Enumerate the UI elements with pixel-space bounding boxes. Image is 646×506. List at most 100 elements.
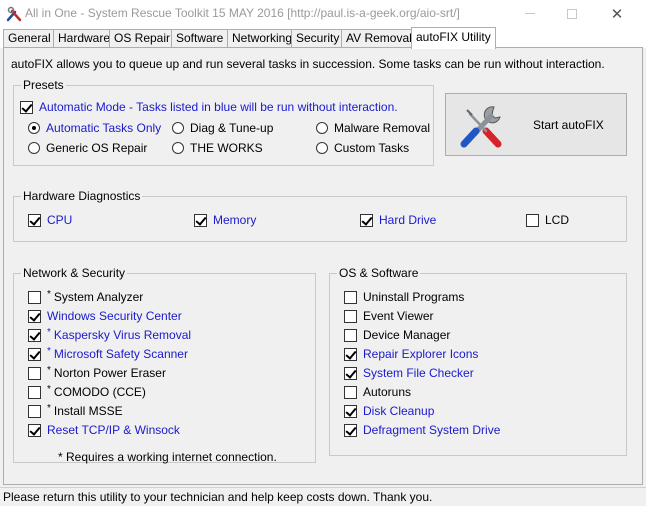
checkbox-box[interactable] [194,213,207,227]
checkbox-box[interactable] [344,290,357,304]
checkbox-box[interactable] [20,100,33,114]
checkbox-label: COMODO (CCE) [53,385,146,399]
radio-label: Automatic Tasks Only [46,121,162,135]
automatic-mode-checkbox[interactable]: Automatic Mode - Tasks listed in blue wi… [20,100,398,114]
checkbox-box[interactable] [28,290,41,304]
checkbox-box[interactable] [28,423,41,437]
checkbox-box[interactable] [344,328,357,342]
checkbox-label: System File Checker [363,366,474,380]
checkbox-label: Uninstall Programs [363,290,465,304]
internet-required-marker: * [47,327,51,338]
checkbox-system-file-checker[interactable]: System File Checker [344,366,474,380]
checkbox-autoruns[interactable]: Autoruns [344,385,411,399]
radio-diag-tune-up[interactable]: Diag & Tune-up [172,121,273,135]
checkbox-label: Microsoft Safety Scanner [53,347,188,361]
checkbox-box[interactable] [28,347,41,361]
checkbox-box[interactable] [344,423,357,437]
radio-custom-tasks[interactable]: Custom Tasks [316,141,409,155]
network-security-title: Network & Security [21,266,128,280]
checkbox-uninstall-programs[interactable]: Uninstall Programs [344,290,464,304]
checkbox-label: Reset TCP/IP & Winsock [47,423,180,437]
checkbox-install-msse[interactable]: * Install MSSE [28,403,123,418]
checkbox-lcd[interactable]: LCD [526,213,569,227]
start-autofix-button[interactable]: Start autoFIX [445,93,627,156]
checkbox-event-viewer[interactable]: Event Viewer [344,309,433,323]
checkbox-box[interactable] [28,213,41,227]
radio-label: Diag & Tune-up [190,121,274,135]
radio-automatic-tasks-only[interactable]: Automatic Tasks Only [28,121,161,135]
status-bar: Please return this utility to your techn… [0,487,646,506]
window-title: All in One - System Rescue Toolkit 15 MA… [25,6,460,20]
checkbox-hard-drive[interactable]: Hard Drive [360,213,436,227]
radio-the-works[interactable]: THE WORKS [172,141,263,155]
tab-software[interactable]: Software [171,29,229,48]
close-button[interactable]: ✕ [594,0,640,27]
radio-label: Custom Tasks [334,141,410,155]
checkbox-system-analyzer[interactable]: * System Analyzer [28,289,144,304]
radio-button[interactable] [316,122,328,134]
checkbox-memory[interactable]: Memory [194,213,256,227]
checkbox-box[interactable] [344,347,357,361]
internet-required-marker: * [47,289,51,300]
checkbox-device-manager[interactable]: Device Manager [344,328,450,342]
automatic-mode-label: Automatic Mode - Tasks listed in blue wi… [39,100,398,114]
internet-required-marker: * [47,365,51,376]
internet-footnote: * Requires a working internet connection… [58,450,277,464]
checkbox-kaspersky-virus-removal[interactable]: * Kaspersky Virus Removal [28,327,191,342]
internet-required-marker: * [47,403,51,414]
checkbox-comodo-cce[interactable]: * COMODO (CCE) [28,384,146,399]
tab-os-repair[interactable]: OS Repair [109,29,176,48]
maximize-button[interactable] [549,0,595,27]
checkbox-cpu[interactable]: CPU [28,213,72,227]
tab-hardware[interactable]: Hardware [53,29,116,48]
checkbox-label: Defragment System Drive [363,423,501,437]
checkbox-label: Norton Power Eraser [53,366,166,380]
tab-networking[interactable]: Networking [227,29,298,48]
checkbox-box[interactable] [28,366,41,380]
radio-button[interactable] [28,122,40,134]
checkbox-label: CPU [47,213,73,227]
tab-bar: General Hardware OS Repair Software Netw… [0,27,646,49]
checkbox-defragment-system-drive[interactable]: Defragment System Drive [344,423,500,437]
radio-label: Malware Removal [334,121,431,135]
checkbox-box[interactable] [344,366,357,380]
checkbox-box[interactable] [526,213,539,227]
checkbox-label: Event Viewer [363,309,434,323]
checkbox-norton-power-eraser[interactable]: * Norton Power Eraser [28,365,166,380]
close-icon: ✕ [610,5,624,23]
checkbox-box[interactable] [28,385,41,399]
radio-generic-os-repair[interactable]: Generic OS Repair [28,141,147,155]
checkbox-box[interactable] [28,309,41,323]
tab-security[interactable]: Security [291,29,345,48]
internet-required-marker: * [47,384,51,395]
radio-label: Generic OS Repair [46,141,148,155]
checkbox-label: Memory [213,213,257,227]
checkbox-label: Autoruns [363,385,412,399]
checkbox-reset-tcpip-winsock[interactable]: Reset TCP/IP & Winsock [28,423,180,437]
minimize-button[interactable] [507,0,553,27]
tab-autofix-utility[interactable]: autoFIX Utility [411,27,496,49]
radio-button[interactable] [172,122,184,134]
checkbox-repair-explorer-icons[interactable]: Repair Explorer Icons [344,347,478,361]
tab-general[interactable]: General [3,29,56,48]
checkbox-box[interactable] [360,213,373,227]
checkbox-box[interactable] [344,385,357,399]
checkbox-label: Device Manager [363,328,451,342]
checkbox-box[interactable] [28,404,41,418]
checkbox-box[interactable] [344,404,357,418]
tab-av-removal[interactable]: AV Removal [341,29,417,48]
radio-malware-removal[interactable]: Malware Removal [316,121,430,135]
checkbox-box[interactable] [344,309,357,323]
checkbox-label: System Analyzer [53,290,144,304]
hardware-diagnostics-title: Hardware Diagnostics [21,189,143,203]
intro-text: autoFIX allows you to queue up and run s… [11,57,605,71]
radio-button[interactable] [28,142,40,154]
radio-button[interactable] [172,142,184,154]
app-tools-icon [6,6,22,22]
radio-button[interactable] [316,142,328,154]
checkbox-windows-security-center[interactable]: Windows Security Center [28,309,182,323]
checkbox-disk-cleanup[interactable]: Disk Cleanup [344,404,434,418]
start-autofix-label: Start autoFIX [533,118,604,132]
checkbox-microsoft-safety-scanner[interactable]: * Microsoft Safety Scanner [28,346,188,361]
checkbox-box[interactable] [28,328,41,342]
